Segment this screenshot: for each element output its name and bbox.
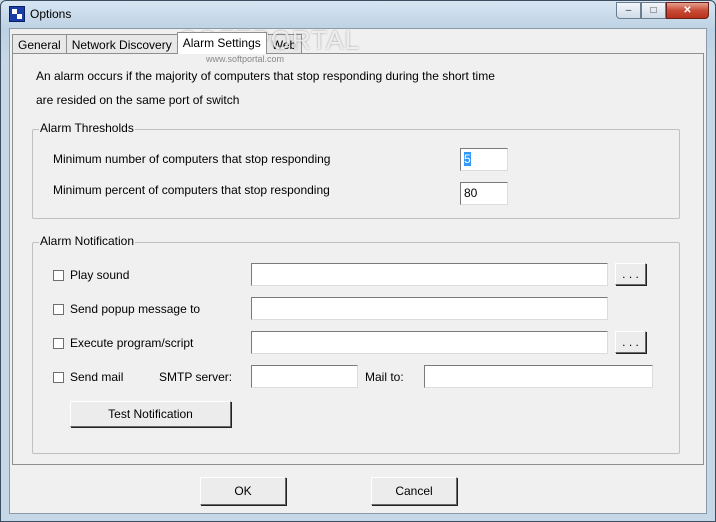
browse-program-button[interactable]: . . .: [615, 331, 646, 353]
min-percent-value: 80: [464, 186, 478, 200]
minimize-button[interactable]: –: [616, 2, 641, 19]
mail-to-input[interactable]: [424, 365, 653, 388]
execute-program-label: Execute program/script: [70, 336, 194, 350]
min-count-label: Minimum number of computers that stop re…: [53, 152, 331, 166]
min-count-input[interactable]: 5: [460, 148, 508, 171]
alarm-notification-title: Alarm Notification: [39, 234, 136, 248]
title-bar[interactable]: Options – □ ✕: [1, 1, 715, 27]
smtp-server-input[interactable]: [251, 365, 358, 388]
close-button[interactable]: ✕: [666, 2, 709, 19]
tab-strip: General Network Discovery Alarm Settings…: [12, 32, 303, 54]
min-percent-input[interactable]: 80: [460, 182, 508, 205]
send-popup-label: Send popup message to: [70, 302, 201, 316]
min-percent-label: Minimum percent of computers that stop r…: [53, 183, 330, 197]
send-mail-label: Send mail: [70, 370, 124, 384]
tab-network-discovery[interactable]: Network Discovery: [65, 34, 178, 54]
cancel-button[interactable]: Cancel: [371, 477, 457, 505]
mail-to-label: Mail to:: [365, 370, 404, 384]
tab-web[interactable]: Web: [265, 34, 303, 54]
description-line-1: An alarm occurs if the majority of compu…: [36, 69, 495, 83]
play-sound-checkbox[interactable]: [53, 270, 64, 281]
browse-sound-button[interactable]: . . .: [615, 263, 646, 285]
sound-file-input[interactable]: [251, 263, 608, 286]
tab-alarm-settings[interactable]: Alarm Settings: [176, 32, 267, 54]
window-title: Options: [30, 7, 72, 21]
description-line-2: are resided on the same port of switch: [36, 93, 240, 107]
smtp-server-label: SMTP server:: [159, 370, 233, 384]
send-mail-checkbox[interactable]: [53, 372, 64, 383]
alarm-thresholds-title: Alarm Thresholds: [39, 121, 135, 135]
options-window: Options – □ ✕ General Network Discovery …: [0, 0, 716, 522]
execute-program-checkbox[interactable]: [53, 338, 64, 349]
ok-button[interactable]: OK: [200, 477, 286, 505]
app-icon: [9, 6, 25, 22]
window-controls: – □ ✕: [616, 2, 709, 19]
dialog-client: General Network Discovery Alarm Settings…: [9, 28, 707, 514]
popup-recipient-input[interactable]: [251, 297, 608, 320]
minimize-icon: –: [625, 5, 632, 16]
min-count-value: 5: [464, 152, 471, 166]
alarm-settings-panel: An alarm occurs if the majority of compu…: [12, 53, 704, 465]
tab-general[interactable]: General: [12, 34, 67, 54]
play-sound-label: Play sound: [70, 268, 130, 282]
maximize-icon: □: [650, 5, 657, 16]
maximize-button[interactable]: □: [641, 2, 666, 19]
test-notification-button[interactable]: Test Notification: [70, 401, 231, 427]
alarm-notification-group: Alarm Notification Play sound . . . Send…: [32, 234, 680, 454]
close-icon: ✕: [683, 5, 692, 16]
send-popup-checkbox[interactable]: [53, 304, 64, 315]
alarm-thresholds-group: Alarm Thresholds Minimum number of compu…: [32, 121, 680, 219]
program-path-input[interactable]: [251, 331, 608, 354]
